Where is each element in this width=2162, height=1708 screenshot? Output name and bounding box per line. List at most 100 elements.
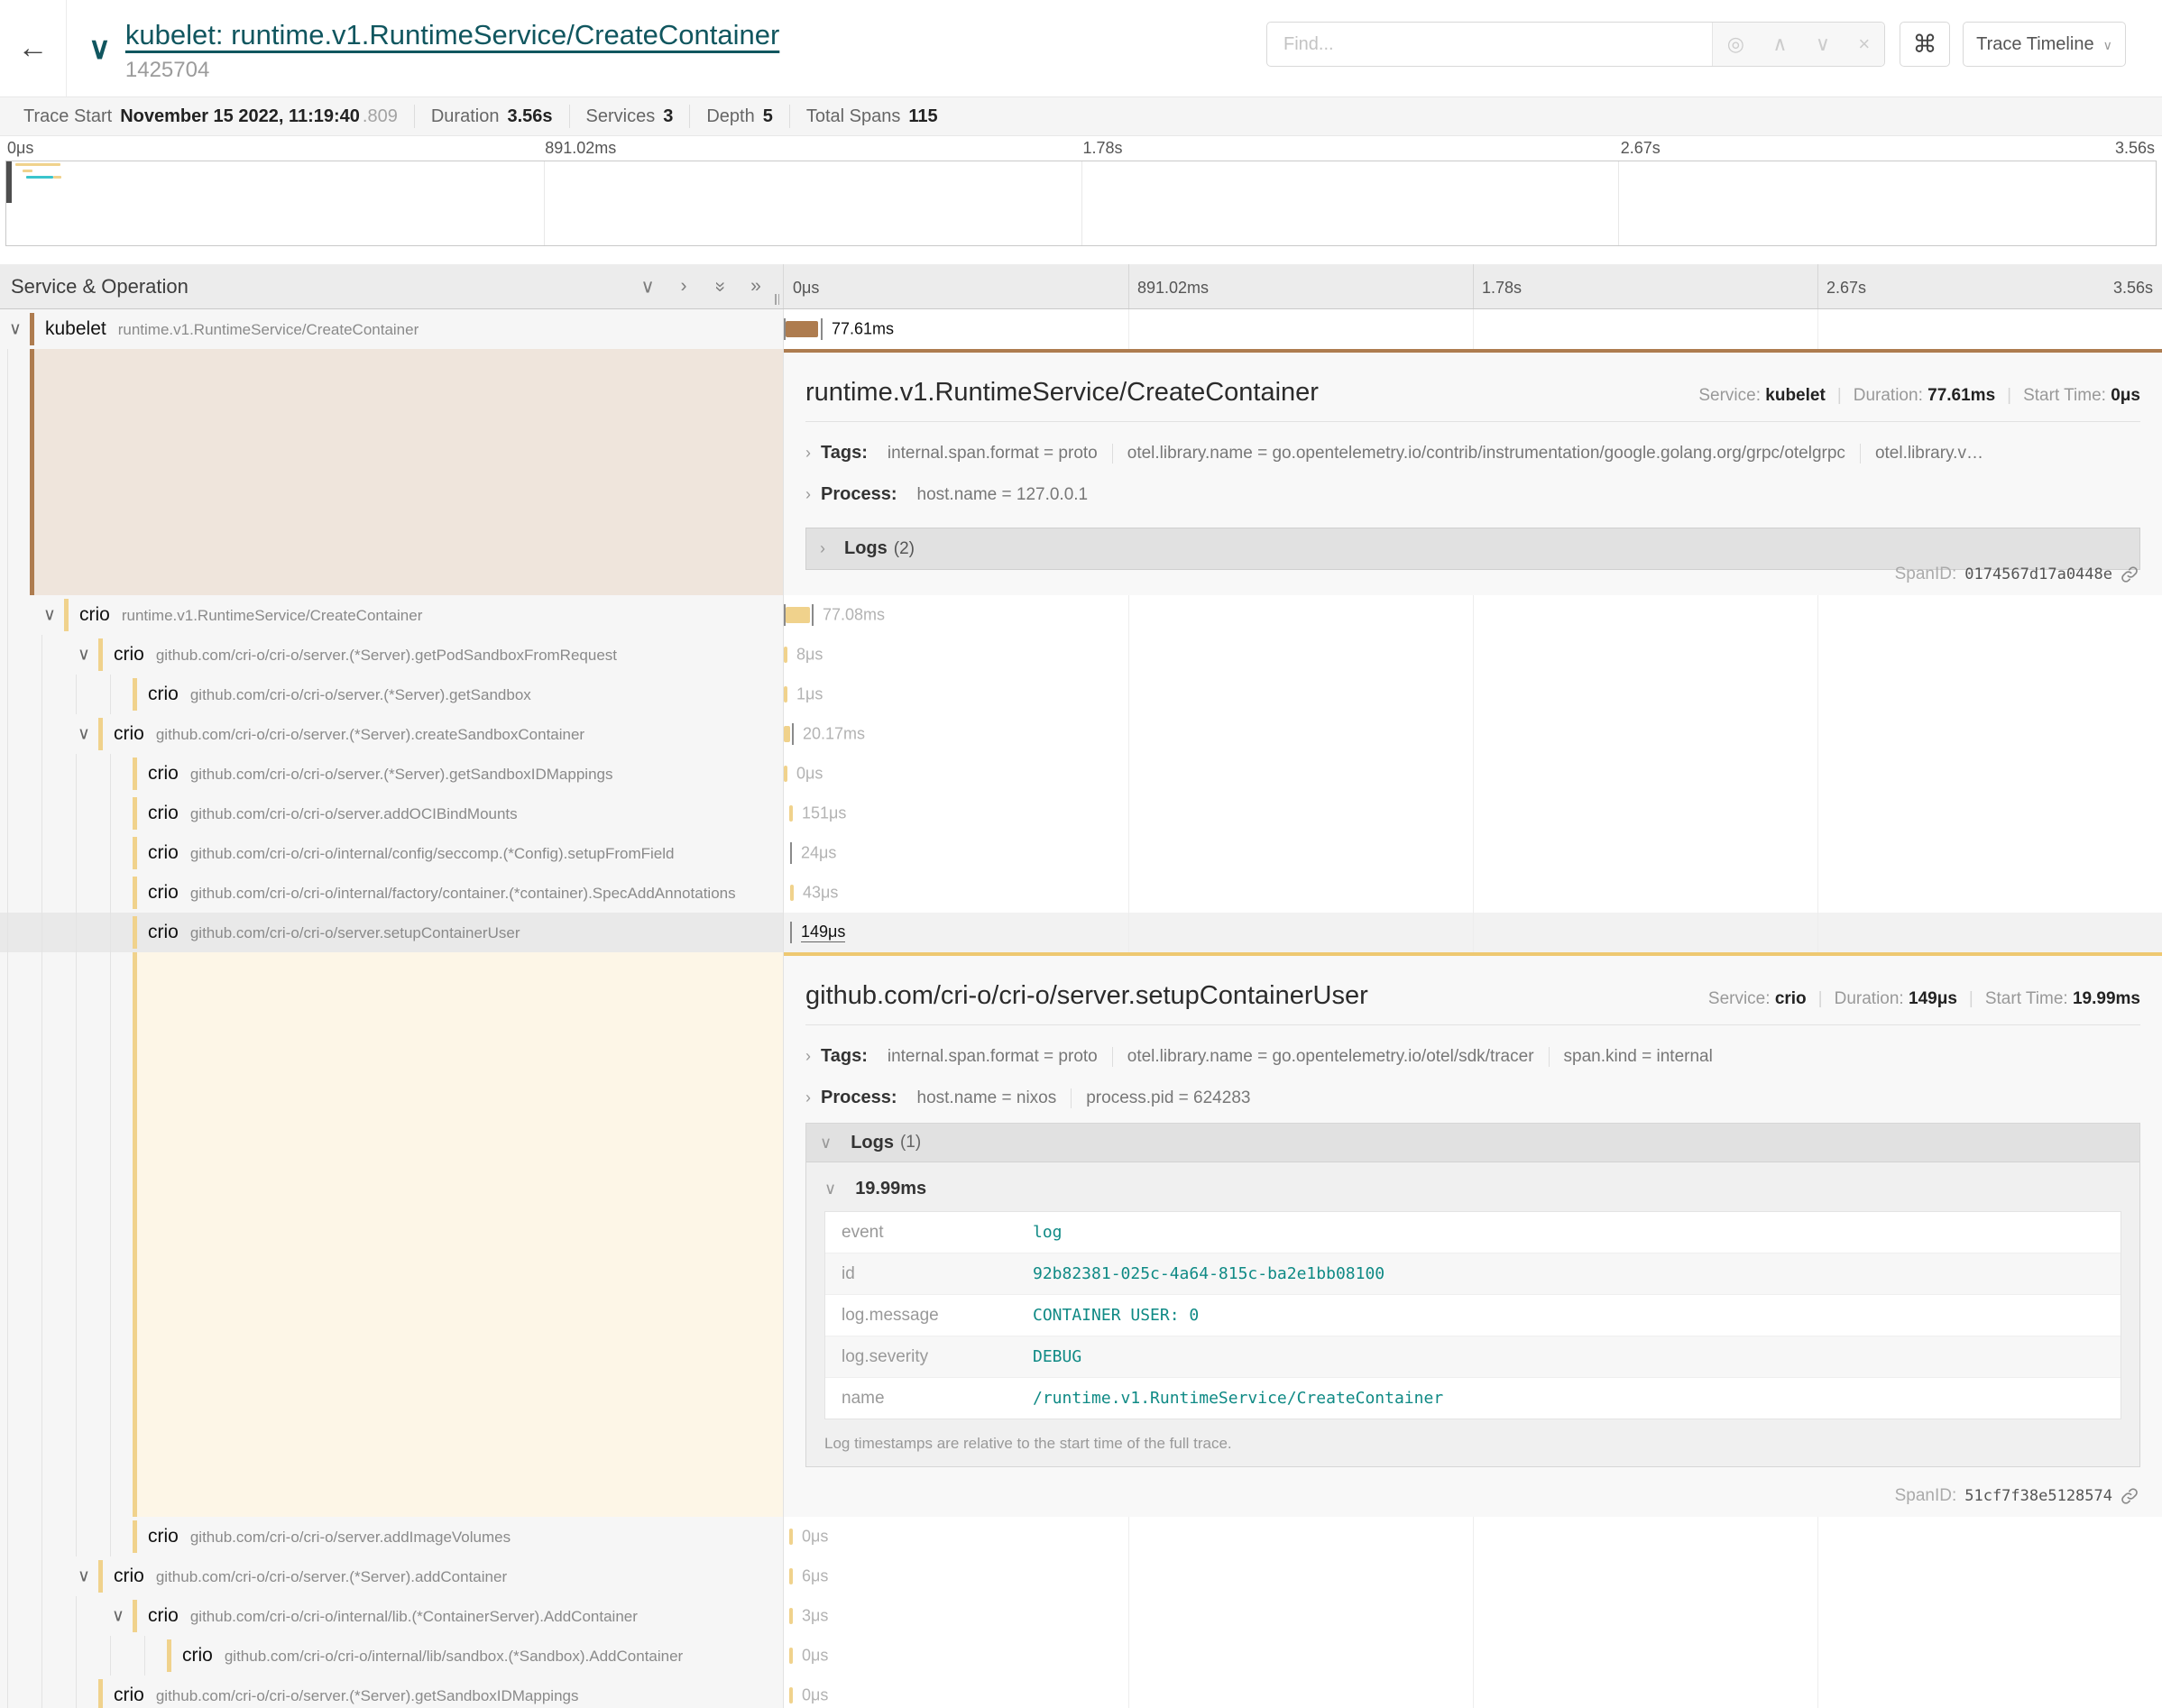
summary-label: Total Spans	[806, 106, 901, 127]
span-row[interactable]: criogithub.com/cri-o/cri-o/internal/fact…	[0, 873, 2162, 913]
span-row[interactable]: ∨ crio github.com/cri-o/cri-o/server.(*Ser…	[0, 635, 2162, 675]
timeline-tick: 3.56s	[2115, 139, 2155, 158]
process-accordion[interactable]: › Process: host.name = nixosprocess.pid …	[805, 1088, 2140, 1108]
span-row[interactable]: criogithub.com/cri-o/cri-o/server.(*Serv…	[0, 754, 2162, 794]
indent-guide	[110, 873, 111, 913]
operation-name: github.com/cri-o/cri-o/internal/factory/…	[190, 885, 736, 902]
copy-link-icon[interactable]	[2121, 1487, 2139, 1505]
span-duration-label: 77.08ms	[823, 606, 885, 625]
span-row[interactable]: ∨criogithub.com/cri-o/cri-o/server.(*Ser…	[0, 1556, 2162, 1596]
back-button[interactable]: ←	[0, 0, 67, 96]
service-color-bar	[98, 718, 103, 750]
focus-match-icon[interactable]: ◎	[1727, 32, 1744, 56]
span-name: criogithub.com/cri-o/cri-o/internal/conf…	[148, 842, 675, 864]
span-duration-label: 24μs	[801, 844, 836, 863]
row-gridline	[1817, 833, 1818, 873]
copy-link-icon[interactable]	[2121, 565, 2139, 583]
span-duration-label: 0μs	[802, 1647, 828, 1666]
summary-label: Duration	[431, 106, 500, 127]
service-name: crio	[114, 644, 144, 665]
collapse-all-icon[interactable]: »	[709, 278, 731, 296]
indent-guide	[110, 754, 111, 794]
process-accordion[interactable]: › Process: host.name = 127.0.0.1	[805, 484, 2140, 505]
span-boundary-line	[821, 318, 823, 340]
span-name: crioruntime.v1.RuntimeService/CreateCont…	[79, 604, 422, 626]
row-expand-chevron-icon[interactable]: ∨	[40, 605, 60, 626]
row-expand-chevron-icon[interactable]: ∨	[74, 645, 94, 666]
column-resizer-grip[interactable]	[775, 294, 779, 305]
keyboard-shortcuts-button[interactable]: ⌘	[1900, 22, 1950, 67]
logs-accordion[interactable]: ∨ Logs(1)	[806, 1124, 2139, 1162]
span-name: criogithub.com/cri-o/cri-o/server.(*Serv…	[114, 1685, 578, 1706]
span-row[interactable]: criogithub.com/cri-o/cri-o/server.setupC…	[0, 913, 2162, 952]
span-row[interactable]: criogithub.com/cri-o/cri-o/internal/conf…	[0, 833, 2162, 873]
span-detail-meta: Service: crio|Duration: 149μs|Start Time…	[1708, 989, 2140, 1009]
row-gridline	[1128, 794, 1129, 833]
span-row[interactable]: ∨kubeletruntime.v1.RuntimeService/Create…	[0, 309, 2162, 349]
logs-accordion[interactable]: › Logs(2)	[805, 528, 2140, 570]
command-icon: ⌘	[1913, 31, 1937, 59]
service-color-bar	[64, 599, 69, 631]
span-row[interactable]: ∨criogithub.com/cri-o/cri-o/server.(*Ser…	[0, 714, 2162, 754]
summary-item: Services3	[570, 105, 691, 128]
row-gridline	[1473, 635, 1474, 675]
row-expand-chevron-icon[interactable]: ∨	[5, 319, 25, 340]
indent-guide	[7, 754, 8, 794]
trace-title-link[interactable]: kubelet: runtime.v1.RuntimeService/Creat…	[125, 19, 779, 51]
row-gridline	[1817, 754, 1818, 794]
chevron-right-icon: ›	[805, 1047, 811, 1066]
span-duration-bar	[786, 321, 818, 337]
trace-view-select[interactable]: Trace Timeline ∨	[1963, 22, 2126, 67]
expand-all-icon[interactable]: »	[747, 275, 765, 298]
span-row[interactable]: criogithub.com/cri-o/cri-o/server.addOCI…	[0, 794, 2162, 833]
row-expand-chevron-icon[interactable]: ∨	[74, 724, 94, 745]
span-row[interactable]: ∨ crioruntime.v1.RuntimeService/CreateCon…	[0, 595, 2162, 635]
summary-item: Trace StartNovember 15 2022, 11:19:40.80…	[7, 105, 415, 128]
next-match-icon[interactable]: ∨	[1816, 32, 1830, 56]
chevron-down-icon: ∨	[2103, 38, 2112, 53]
span-row[interactable]: criogithub.com/cri-o/cri-o/server.addIma…	[0, 1517, 2162, 1556]
indent-guide	[76, 1517, 77, 1556]
span-detail-title: runtime.v1.RuntimeService/CreateContaine…	[805, 378, 1319, 408]
trace-minimap[interactable]	[5, 161, 2157, 246]
page-header: ← ∨ kubelet: runtime.v1.RuntimeService/C…	[0, 0, 2162, 96]
row-gridline	[1817, 1556, 1818, 1596]
summary-label: Depth	[706, 106, 754, 127]
indent-guide	[110, 913, 111, 952]
row-expand-chevron-icon[interactable]: ∨	[74, 1566, 94, 1587]
minimap-viewport-handle[interactable]	[6, 161, 12, 203]
service-color-bar	[98, 1560, 103, 1593]
trace-view-label: Trace Timeline	[1976, 34, 2093, 55]
span-row[interactable]: ∨criogithub.com/cri-o/cri-o/internal/lib…	[0, 1596, 2162, 1636]
span-row[interactable]: criogithub.com/cri-o/cri-o/internal/lib/…	[0, 1636, 2162, 1676]
indent-guide	[7, 873, 8, 913]
row-gridline	[1473, 714, 1474, 754]
minimap-span	[15, 163, 60, 166]
clear-find-icon[interactable]: ×	[1858, 32, 1870, 56]
operation-name: github.com/cri-o/cri-o/server.(*Server).…	[156, 647, 617, 664]
row-gridline	[1473, 794, 1474, 833]
tags-accordion[interactable]: › Tags: internal.span.format = protootel…	[805, 1046, 2140, 1067]
span-duration-bar	[789, 1648, 793, 1664]
indent-guide	[41, 833, 42, 873]
log-field-key: event	[825, 1223, 1033, 1243]
indent-guide	[41, 635, 42, 675]
row-expand-chevron-icon[interactable]: ∨	[108, 1606, 128, 1627]
collapse-one-icon[interactable]: ∨	[639, 275, 657, 298]
prev-match-icon[interactable]: ∧	[1772, 32, 1787, 56]
find-input[interactable]	[1267, 23, 1712, 66]
tags-accordion[interactable]: › Tags: internal.span.format = protootel…	[805, 443, 2140, 464]
row-gridline	[1128, 1636, 1129, 1676]
row-gridline	[1817, 913, 1818, 952]
span-row[interactable]: criogithub.com/cri-o/cri-o/server.(*Serv…	[0, 1676, 2162, 1708]
collapse-header-chevron-icon[interactable]: ∨	[88, 33, 111, 64]
timeline-tick: 1.78s	[1083, 139, 1123, 158]
indent-guide	[110, 675, 111, 714]
span-name: criogithub.com/cri-o/cri-o/internal/fact…	[148, 882, 736, 904]
log-entry-timestamp[interactable]: ∨ 19.99ms	[824, 1179, 2121, 1199]
timeline-tick: 891.02ms	[1137, 279, 1209, 298]
span-row[interactable]: criogithub.com/cri-o/cri-o/server.(*Serv…	[0, 675, 2162, 714]
indent-guide	[7, 635, 8, 675]
row-gridline	[1817, 1517, 1818, 1556]
expand-one-icon[interactable]: ›	[675, 275, 693, 298]
